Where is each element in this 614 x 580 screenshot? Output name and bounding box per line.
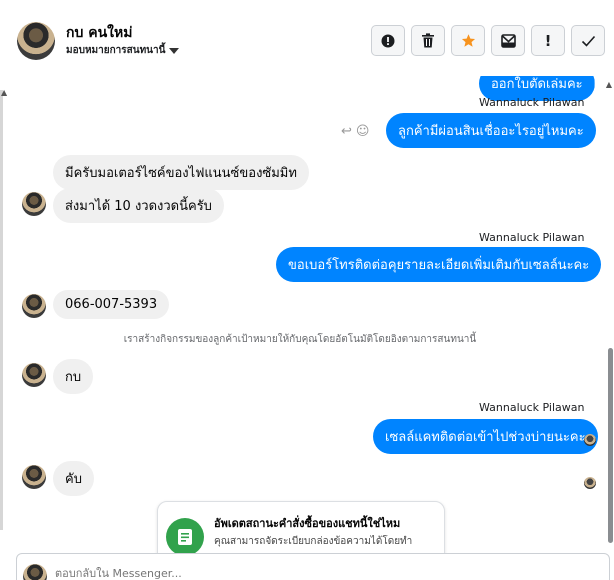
card-body: คุณสามารถจัดระเบียบกล่องข้อความได้โดยทำ (214, 536, 413, 547)
message-actions: ↩ ☺ (341, 124, 369, 139)
scrollbar-thumb[interactable] (608, 348, 613, 543)
incoming-message[interactable]: ส่งมาได้ 10 งวดงวดนี้ครับ (53, 188, 224, 223)
assign-conversation-dropdown[interactable]: มอบหมายการสนทนานี้ (66, 43, 180, 58)
mark-important-button[interactable]: ! (531, 25, 565, 56)
contact-avatar-small (22, 192, 46, 216)
message-sender: Wannaluck Pilawan (479, 401, 585, 414)
star-button[interactable] (451, 25, 485, 56)
system-notice: เราสร้างกิจกรรมของลูกค้าเป้าหมายให้กับคุ… (123, 334, 477, 345)
incoming-message[interactable]: กบ (53, 359, 94, 394)
contact-avatar-small (22, 363, 46, 387)
contact-avatar[interactable] (17, 22, 55, 60)
seen-indicator-avatar (584, 434, 596, 446)
star-icon (461, 34, 475, 47)
page-avatar (23, 564, 47, 580)
mark-unread-button[interactable] (491, 25, 525, 56)
left-scroll-up-icon[interactable]: ▲ (1, 88, 7, 97)
card-title: อัพเดตสถานะคำสั่งซื้อของแชทนี้ใช่ไหม (214, 517, 401, 530)
caret-down-icon (169, 47, 180, 54)
reply-input[interactable] (55, 567, 575, 580)
reply-composer[interactable] (16, 553, 610, 580)
contact-avatar-small (22, 465, 46, 489)
message-sender: Wannaluck Pilawan (479, 231, 585, 244)
scroll-up-icon[interactable]: ▲ (606, 80, 612, 89)
outgoing-message[interactable]: เซลล์แคทติดต่อเข้าไปช่วงบ่ายนะคะ (373, 419, 598, 454)
contact-avatar-small (22, 294, 46, 318)
delete-button[interactable] (411, 25, 445, 56)
spam-icon (381, 34, 395, 47)
incoming-message[interactable]: 066-007-5393 (53, 290, 170, 319)
message-sender: Wannaluck Pilawan (479, 96, 585, 109)
mark-unread-icon (500, 33, 516, 48)
conversation-actions: ! (371, 25, 605, 56)
important-icon: ! (544, 31, 552, 50)
conversation-header: กบ คนใหม่ มอบหมายการสนทนานี้ ! (0, 0, 614, 80)
left-scrollbar[interactable] (0, 90, 3, 530)
contact-name[interactable]: กบ คนใหม่ (66, 22, 132, 44)
outgoing-message[interactable]: ขอเบอร์โทรติดต่อคุยรายละเอียดเพิ่มเติมกั… (276, 247, 602, 282)
seen-indicator-avatar (584, 477, 596, 489)
react-icon[interactable]: ☺ (356, 124, 370, 139)
assign-conversation-label: มอบหมายการสนทนานี้ (66, 45, 166, 56)
order-icon (166, 518, 204, 556)
spam-button[interactable] (371, 25, 405, 56)
reply-icon[interactable]: ↩ (341, 124, 352, 139)
done-icon (581, 35, 595, 47)
mark-done-button[interactable] (571, 25, 605, 56)
incoming-message[interactable]: คับ (53, 461, 94, 496)
outgoing-message[interactable]: ลูกค้ามีผ่อนสินเชื่ออะไรอยู่ไหมคะ (386, 113, 596, 148)
incoming-message[interactable]: มีครับมอเตอร์ไซค์ของไฟแนนซ์ของซัมมิท (53, 155, 309, 190)
trash-icon (422, 33, 434, 48)
